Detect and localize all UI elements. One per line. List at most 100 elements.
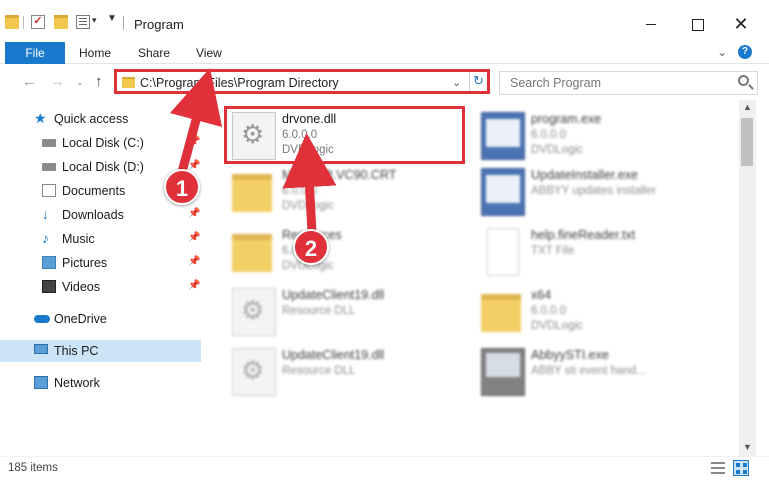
sidebar-item-pictures[interactable]: Pictures 📌 — [42, 252, 202, 274]
sidebar-item-label: Quick access — [54, 112, 129, 126]
disk-icon — [42, 139, 56, 147]
star-icon: ★ — [34, 110, 47, 126]
maximize-button[interactable] — [674, 10, 720, 38]
file-item[interactable]: UpdateClient19.dll Resource DLL — [232, 348, 482, 404]
download-icon: ↓ — [42, 206, 49, 222]
file-item[interactable]: x64 6.0.0.0 DVDLogic — [481, 288, 731, 344]
pin-icon: 📌 — [188, 208, 201, 219]
search-input[interactable]: Search Program — [499, 71, 758, 95]
onedrive-icon — [34, 315, 50, 323]
help-icon[interactable]: ? — [738, 45, 752, 59]
gear-file-icon — [232, 288, 276, 336]
file-item[interactable]: program.exe 6.0.0.0 DVDLogic — [481, 112, 731, 168]
file-name: Microsoft.VC90.CRT — [282, 168, 397, 182]
tab-share[interactable]: Share — [138, 46, 170, 60]
sidebar-item-music[interactable]: ♪ Music 📌 — [42, 228, 202, 250]
gear-file-icon — [232, 348, 276, 396]
file-name: program.exe — [531, 112, 602, 126]
documents-icon — [42, 184, 56, 197]
file-item[interactable]: AbbyySTI.exe ABBY sti event hand... — [481, 348, 731, 404]
forward-arrow-icon[interactable]: → — [50, 73, 65, 90]
callout-1: 1 — [164, 169, 200, 205]
minimize-button[interactable] — [628, 10, 674, 38]
file-item[interactable]: Microsoft.VC90.CRT 6.0.0.0 DVDLogic — [232, 168, 482, 224]
toolbar-divider — [23, 16, 24, 29]
sidebar-item-label: Pictures — [62, 256, 108, 270]
scrollbar-thumb[interactable] — [741, 118, 753, 166]
folder-icon[interactable] — [5, 15, 19, 29]
app-icon — [481, 348, 525, 396]
exe-icon — [481, 168, 525, 216]
sidebar-item-this-pc[interactable]: This PC — [0, 340, 201, 362]
item-count: 185 items — [8, 462, 58, 474]
details-view-icon[interactable] — [711, 462, 725, 474]
sidebar-item-downloads[interactable]: ↓ Downloads 📌 — [42, 204, 202, 226]
file-version: 6.0.0.0 — [531, 129, 567, 141]
status-bar: 185 items — [0, 456, 769, 492]
file-company: DVDLogic — [531, 144, 583, 156]
back-arrow-icon[interactable]: ← — [22, 73, 37, 90]
file-item[interactable]: UpdateClient19.dll Resource DLL — [232, 288, 482, 344]
tab-home[interactable]: Home — [79, 46, 111, 60]
network-icon — [34, 376, 48, 389]
address-bar[interactable]: C:\Program Files\Program Directory ⌄ ↻ — [114, 69, 490, 94]
folder-icon — [122, 77, 135, 88]
refresh-icon[interactable]: ↻ — [473, 73, 484, 89]
address-divider — [469, 72, 470, 91]
file-item[interactable]: help.fineReader.txt TXT File — [481, 228, 731, 284]
vertical-scrollbar[interactable]: ▲ ▼ — [739, 100, 756, 456]
pin-icon: 📌 — [188, 136, 201, 147]
properties-check-icon[interactable]: ✓ — [31, 15, 45, 29]
recent-locations-icon[interactable]: ⌄ — [76, 77, 84, 88]
new-folder-icon[interactable] — [54, 15, 68, 29]
videos-icon — [42, 280, 56, 293]
file-name: UpdateClient19.dll — [282, 288, 385, 302]
pin-icon: 📌 — [188, 232, 201, 243]
sidebar-item-label: Music — [62, 232, 95, 246]
address-row: ← → ⌄ ↑ C:\Program Files\Program Directo… — [0, 64, 769, 100]
file-item[interactable]: Resources 6.0.0.0 DVDLogic — [232, 228, 482, 284]
explorer-window: ✓ ▾ ▼ Program ✕ File Home Share View ⌄ ?… — [0, 0, 769, 492]
file-version: 6.0.0.0 — [531, 305, 567, 317]
window-title: Program — [134, 17, 184, 32]
search-placeholder: Search Program — [510, 76, 602, 90]
properties-icon[interactable] — [76, 15, 90, 29]
file-company: DVDLogic — [531, 320, 583, 332]
expand-ribbon-icon[interactable]: ⌄ — [717, 45, 727, 59]
sidebar-item-label: Videos — [62, 280, 100, 294]
chevron-down-icon[interactable]: ▾ — [92, 15, 97, 26]
disk-icon — [42, 163, 56, 171]
tiles-view-icon[interactable] — [733, 460, 749, 476]
pictures-icon — [42, 256, 56, 269]
tab-file[interactable]: File — [5, 42, 65, 64]
sidebar-item-label: OneDrive — [54, 312, 107, 326]
customize-toolbar-icon[interactable]: ▼ — [107, 13, 117, 24]
sidebar-item-label: Downloads — [62, 208, 124, 222]
pc-icon — [34, 344, 48, 354]
file-description: ABBY sti event hand... — [531, 365, 646, 377]
file-type: Resource DLL — [282, 365, 356, 377]
close-button[interactable]: ✕ — [718, 10, 764, 38]
sidebar-item-videos[interactable]: Videos 📌 — [42, 276, 202, 298]
sidebar-item-label: Network — [54, 376, 100, 390]
up-arrow-icon[interactable]: ↑ — [95, 73, 103, 90]
address-path[interactable]: C:\Program Files\Program Directory — [140, 76, 339, 90]
sidebar-item-label: Local Disk (C:) — [62, 136, 144, 150]
exe-icon — [481, 112, 525, 160]
scroll-down-icon[interactable]: ▼ — [743, 442, 752, 452]
sidebar-item-label: This PC — [54, 344, 99, 358]
navigation-pane: ★ Quick access Local Disk (C:) 📌 Local D… — [0, 100, 205, 456]
sidebar-item-local-disk-c[interactable]: Local Disk (C:) 📌 — [42, 132, 202, 154]
file-type: Resource DLL — [282, 305, 356, 317]
file-description: ABBYY updates installer — [531, 185, 657, 197]
text-file-icon — [487, 228, 519, 276]
file-item[interactable]: UpdateInstaller.exe ABBYY updates instal… — [481, 168, 731, 224]
sidebar-item-label: Local Disk (D:) — [62, 160, 144, 174]
folder-icon — [232, 234, 272, 272]
scroll-up-icon[interactable]: ▲ — [743, 102, 752, 112]
music-icon: ♪ — [42, 230, 49, 246]
tab-view[interactable]: View — [196, 46, 222, 60]
chevron-down-icon[interactable]: ⌄ — [452, 76, 461, 89]
folder-icon — [232, 174, 272, 212]
file-company: DVDLogic — [282, 200, 334, 212]
